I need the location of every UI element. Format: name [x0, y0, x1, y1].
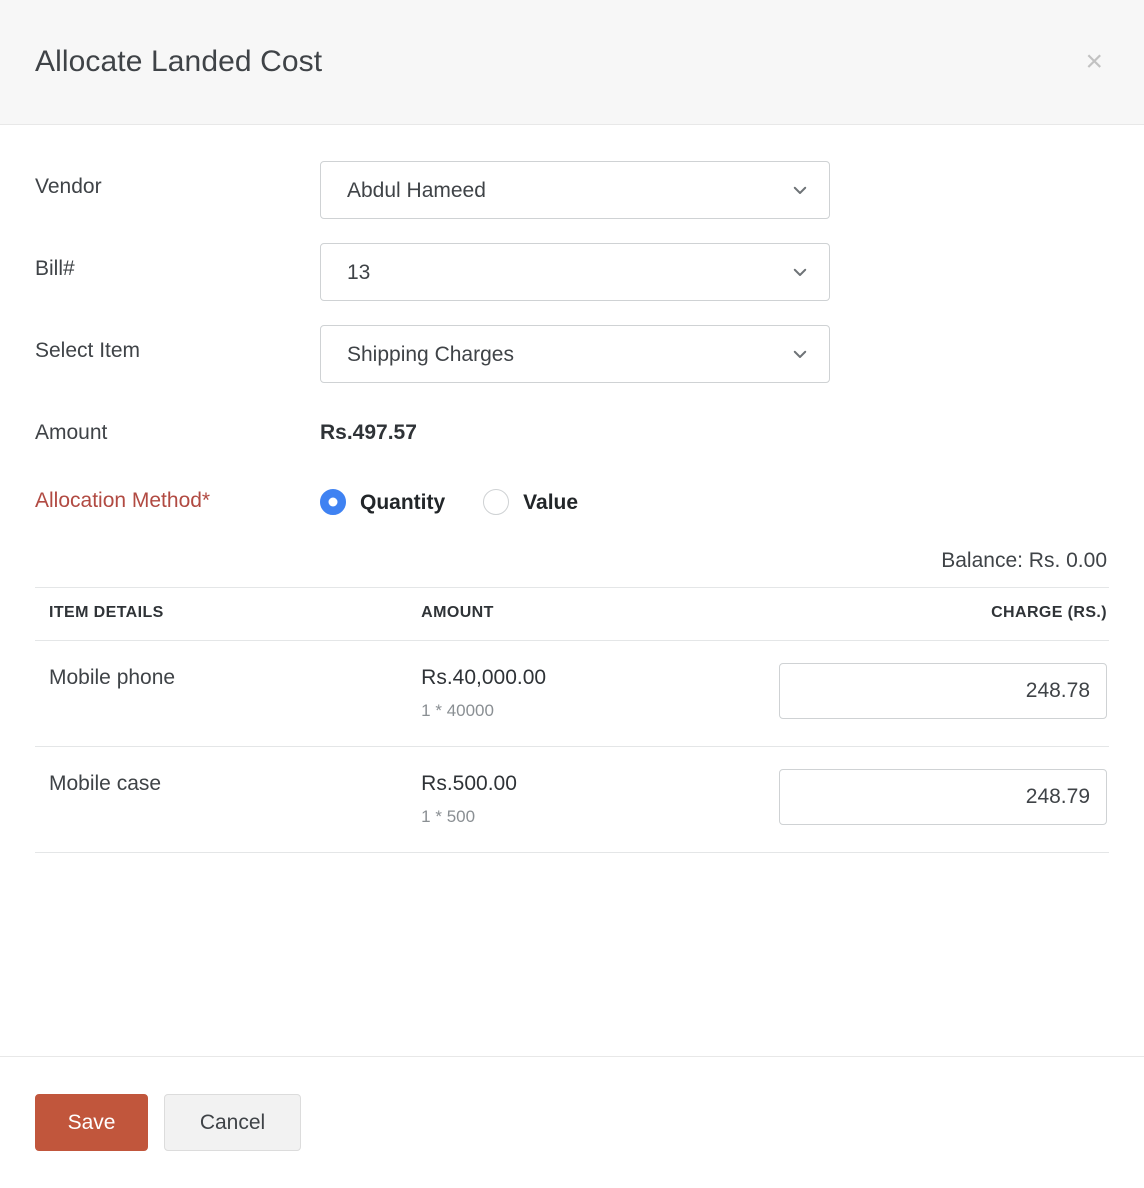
- vendor-select[interactable]: Abdul Hameed: [320, 161, 830, 219]
- column-header-charge: CHARGE (RS.): [779, 587, 1109, 641]
- select-item-row: Select Item Shipping Charges: [35, 325, 1109, 383]
- chevron-down-icon: [793, 350, 807, 358]
- cell-amount: Rs.40,000.00 1 * 40000: [421, 640, 779, 747]
- radio-option-value[interactable]: Value: [483, 489, 578, 515]
- radio-label-value: Value: [523, 490, 579, 514]
- cell-charge: [779, 640, 1109, 747]
- table-head: ITEM DETAILS AMOUNT CHARGE (RS.): [35, 587, 1109, 641]
- bill-control: 13: [320, 243, 1109, 301]
- vendor-label: Vendor: [35, 175, 102, 198]
- table-row: Mobile phone Rs.40,000.00 1 * 40000: [35, 640, 1109, 747]
- vendor-control: Abdul Hameed: [320, 161, 1109, 219]
- bill-select[interactable]: 13: [320, 243, 830, 301]
- allocation-method-radio-group: Quantity Value: [320, 481, 1109, 515]
- table-row: Mobile case Rs.500.00 1 * 500: [35, 746, 1109, 853]
- amount-label: Amount: [35, 421, 108, 444]
- item-select[interactable]: Shipping Charges: [320, 325, 830, 383]
- allocation-method-label: Allocation Method*: [35, 489, 211, 512]
- cell-item-name: Mobile phone: [35, 640, 422, 747]
- item-select-value: Shipping Charges: [347, 342, 514, 366]
- save-button[interactable]: Save: [35, 1094, 148, 1151]
- cell-amount-breakdown: 1 * 40000: [421, 701, 494, 720]
- table-body: Mobile phone Rs.40,000.00 1 * 40000 Mobi…: [35, 640, 1109, 853]
- cell-amount-value: Rs.40,000.00: [421, 666, 547, 689]
- radio-icon-value[interactable]: [483, 489, 510, 515]
- bill-row: Bill# 13: [35, 243, 1109, 301]
- chevron-down-icon: [793, 186, 807, 194]
- table-header-row: ITEM DETAILS AMOUNT CHARGE (RS.): [35, 587, 1109, 641]
- bill-select-value: 13: [347, 260, 371, 284]
- radio-icon-quantity[interactable]: [320, 489, 346, 515]
- column-header-amount: AMOUNT: [421, 587, 779, 641]
- column-header-item-details: ITEM DETAILS: [35, 587, 422, 641]
- chevron-down-icon: [793, 268, 807, 276]
- amount-value: Rs.497.57: [320, 421, 417, 444]
- cell-item-name: Mobile case: [35, 746, 422, 853]
- charge-input[interactable]: [779, 769, 1107, 825]
- modal-footer: Save Cancel: [0, 1056, 1144, 1188]
- page-title: Allocate Landed Cost: [35, 45, 323, 78]
- modal-body: Vendor Abdul Hameed Bill# 13 Select Item: [0, 125, 1144, 1056]
- charge-input[interactable]: [779, 663, 1107, 719]
- select-item-label: Select Item: [35, 339, 141, 362]
- amount-row: Amount Rs.497.57: [35, 407, 1109, 447]
- radio-option-quantity[interactable]: Quantity: [320, 489, 445, 515]
- select-item-control: Shipping Charges: [320, 325, 1109, 383]
- cell-amount-value: Rs.500.00: [421, 772, 517, 795]
- allocation-method-control: Quantity Value: [320, 481, 1109, 515]
- cell-amount: Rs.500.00 1 * 500: [421, 746, 779, 853]
- balance-text: Balance: Rs. 0.00: [941, 549, 1107, 572]
- vendor-row: Vendor Abdul Hameed: [35, 161, 1109, 219]
- modal-header: Allocate Landed Cost ×: [0, 0, 1144, 125]
- amount-control: Rs.497.57: [320, 407, 1109, 447]
- radio-label-quantity: Quantity: [360, 490, 446, 514]
- close-icon[interactable]: ×: [1077, 43, 1111, 81]
- cell-charge: [779, 746, 1109, 853]
- vendor-select-value: Abdul Hameed: [347, 178, 486, 202]
- bill-label: Bill#: [35, 257, 75, 280]
- cell-amount-breakdown: 1 * 500: [421, 807, 476, 826]
- allocate-landed-cost-modal: Allocate Landed Cost × Vendor Abdul Hame…: [0, 0, 1144, 1188]
- allocation-method-row: Allocation Method* Quantity Value: [35, 481, 1109, 521]
- allocation-table: ITEM DETAILS AMOUNT CHARGE (RS.) Mobile …: [35, 587, 1109, 853]
- cancel-button[interactable]: Cancel: [164, 1094, 301, 1151]
